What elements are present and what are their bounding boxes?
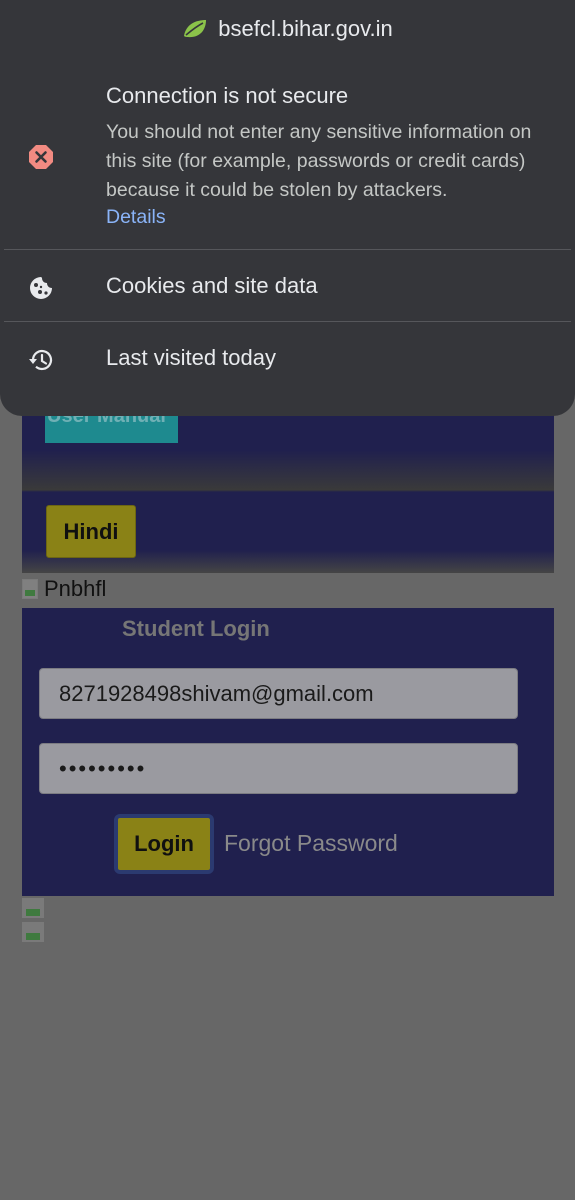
last-visited-label: Last visited today	[106, 345, 276, 370]
broken-image-alt-text: Pnbhfl	[44, 576, 107, 601]
cookies-and-site-data-item[interactable]: Cookies and site data	[0, 251, 575, 321]
site-host-row: bsefcl.bihar.gov.in	[0, 14, 575, 44]
history-icon	[29, 349, 53, 371]
connection-security-row: Connection is not secure You should not …	[0, 80, 575, 240]
connection-status-title: Connection is not secure	[106, 83, 349, 108]
broken-image-icon	[22, 898, 44, 920]
warning-x-icon	[29, 145, 53, 169]
pnbhfl-broken-image: Pnbhfl	[22, 575, 106, 603]
site-host: bsefcl.bihar.gov.in	[218, 16, 393, 41]
login-button[interactable]: Login	[114, 814, 214, 874]
hindi-button[interactable]: Hindi	[46, 505, 136, 558]
site-favicon-icon	[184, 20, 207, 38]
connection-warning-text: You should not enter any sensitive infor…	[106, 121, 532, 201]
student-login-panel: Student Login 8271928498shivam@gmail.com…	[22, 608, 554, 896]
email-field[interactable]: 8271928498shivam@gmail.com	[39, 668, 518, 719]
site-info-popup: bsefcl.bihar.gov.in Connection is not se…	[0, 0, 575, 416]
forgot-password-link[interactable]: Forgot Password	[224, 830, 398, 857]
details-link[interactable]: Details	[106, 206, 166, 229]
broken-image-icon	[22, 922, 44, 944]
broken-image-icon	[22, 579, 38, 599]
cookie-icon	[30, 277, 52, 299]
password-field[interactable]: •••••••••	[39, 743, 518, 794]
login-title: Student Login	[122, 616, 270, 641]
cookies-label: Cookies and site data	[106, 273, 318, 298]
divider	[4, 321, 571, 322]
last-visited-item[interactable]: Last visited today	[0, 323, 575, 393]
divider	[4, 249, 571, 250]
